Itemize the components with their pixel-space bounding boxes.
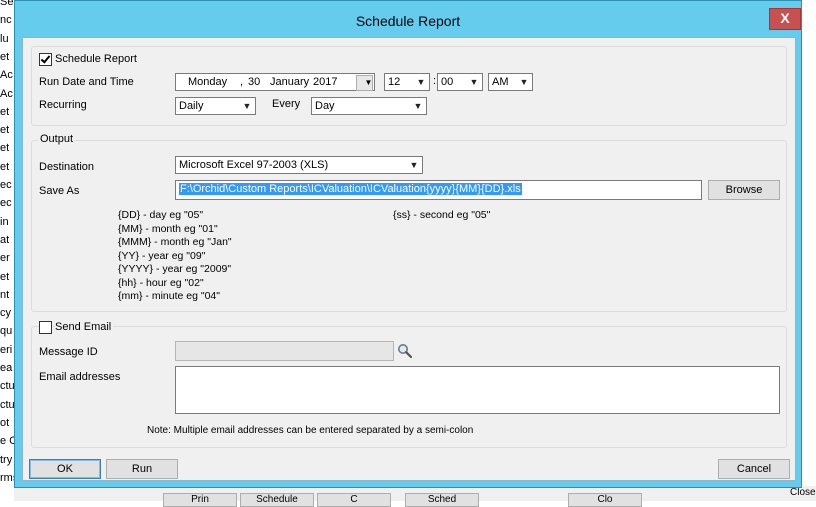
chevron-down-icon: ▼ bbox=[469, 77, 479, 87]
background-tree-item: et bbox=[0, 160, 10, 173]
background-tree-item: et bbox=[0, 142, 10, 155]
background-sched-button[interactable]: Sched bbox=[405, 493, 479, 507]
background-tree-item: ec bbox=[0, 197, 12, 210]
run-button[interactable]: Run bbox=[106, 459, 178, 479]
background-tree-item: er bbox=[0, 252, 10, 265]
schedule-report-dialog: Schedule Report X Schedule Report Run Da… bbox=[14, 0, 802, 488]
background-tree-item: Ac bbox=[0, 87, 13, 100]
every-select[interactable]: Day ▼ bbox=[311, 97, 427, 115]
chevron-down-icon: ▼ bbox=[364, 78, 373, 87]
date-day: 30 bbox=[248, 76, 261, 88]
run-date-picker[interactable]: Monday , 30 January 2017 ▼ bbox=[175, 73, 375, 91]
format-hint: {YYYY} - year eg "2009" bbox=[118, 263, 232, 275]
message-id-label: Message ID bbox=[39, 346, 98, 358]
background-tree-item: ot bbox=[0, 416, 10, 429]
chevron-down-icon: ▼ bbox=[416, 77, 426, 87]
background-tree-item: lu bbox=[0, 32, 9, 45]
destination-value: Microsoft Excel 97-2003 (XLS) bbox=[179, 159, 329, 171]
format-hint: {MM} - month eg "01" bbox=[118, 222, 218, 235]
ampm-value: AM bbox=[492, 76, 509, 88]
background-tree-item: et bbox=[0, 50, 10, 63]
background-c-button[interactable]: C bbox=[317, 493, 391, 507]
chevron-down-icon: ▼ bbox=[409, 160, 419, 170]
time-separator: : bbox=[433, 75, 437, 87]
save-as-field[interactable]: F:\Orchid\Custom Reports\ICValuation\ICV… bbox=[175, 180, 702, 200]
email-addresses-field[interactable] bbox=[175, 366, 780, 414]
background-tree-item: nt bbox=[0, 288, 10, 301]
ampm-select[interactable]: AM ▼ bbox=[488, 73, 533, 91]
background-tree-item: in bbox=[0, 215, 9, 228]
recurring-label: Recurring bbox=[39, 99, 87, 111]
output-legend: Output bbox=[38, 133, 76, 145]
destination-select[interactable]: Microsoft Excel 97-2003 (XLS) ▼ bbox=[175, 156, 423, 174]
cancel-button[interactable]: Cancel bbox=[718, 459, 790, 479]
date-sep: , bbox=[240, 76, 244, 88]
dialog-client-area: Schedule Report Run Date and Time Monday… bbox=[22, 37, 796, 481]
send-email-label: Send Email bbox=[55, 321, 114, 333]
close-icon: X bbox=[780, 10, 790, 26]
background-tree-item: et bbox=[0, 105, 10, 118]
destination-label: Destination bbox=[39, 161, 95, 173]
background-app-tree: Se nc lu et Ac Ac et et et et ec ec in at er et nt cy qu er… bbox=[0, 0, 18, 501]
background-tree-item: ctu bbox=[0, 398, 15, 411]
background-tree-item: nc bbox=[0, 14, 12, 27]
background-tree-item: at bbox=[0, 233, 10, 246]
date-dropdown-button[interactable]: ▼ bbox=[356, 75, 373, 91]
background-tree-item: cy bbox=[0, 307, 11, 320]
format-hint: {hh} - hour eg "02" bbox=[118, 276, 204, 289]
email-note: Note: Multiple email addresses can be en… bbox=[147, 425, 474, 436]
date-year: 2017 bbox=[313, 76, 338, 88]
recurring-select[interactable]: Daily ▼ bbox=[175, 97, 256, 115]
chevron-down-icon: ▼ bbox=[242, 101, 252, 111]
chevron-down-icon: ▼ bbox=[519, 77, 529, 87]
format-hint: {mm} - minute eg "04" bbox=[118, 290, 221, 302]
background-tree-item: ea bbox=[0, 362, 13, 374]
date-month: January bbox=[270, 76, 310, 88]
background-tree-item: et bbox=[0, 124, 10, 137]
date-weekday: Monday bbox=[188, 76, 228, 88]
background-tree-item: Se bbox=[0, 0, 14, 8]
format-hint: {DD} - day eg "05" bbox=[118, 209, 204, 221]
background-tree-item: try bbox=[0, 453, 13, 466]
close-button[interactable]: X bbox=[769, 8, 801, 30]
chevron-down-icon: ▼ bbox=[413, 101, 423, 111]
save-as-value: F:\Orchid\Custom Reports\ICValuation\ICV… bbox=[179, 183, 522, 195]
ok-button[interactable]: OK bbox=[29, 459, 101, 479]
every-label: Every bbox=[272, 98, 301, 110]
hour-select[interactable]: 12 ▼ bbox=[384, 73, 430, 91]
schedule-report-checkbox[interactable] bbox=[39, 53, 52, 66]
background-tree-item: ctu bbox=[0, 380, 15, 393]
message-id-field[interactable] bbox=[175, 341, 394, 361]
browse-button[interactable]: Browse bbox=[708, 180, 780, 200]
send-email-checkbox[interactable] bbox=[39, 321, 52, 334]
dialog-title: Schedule Report bbox=[355, 13, 461, 29]
format-hint-seconds: {ss} - second eg "05" bbox=[393, 209, 491, 221]
format-hint: {MMM} - month eg "Jan" bbox=[118, 236, 232, 248]
every-value: Day bbox=[315, 100, 335, 112]
schedule-report-label: Schedule Report bbox=[55, 53, 137, 65]
recurring-value: Daily bbox=[179, 100, 204, 112]
background-schedule-button[interactable]: Schedule bbox=[240, 493, 314, 507]
background-tree-item: qu bbox=[0, 325, 13, 338]
background-tree-item: ec bbox=[0, 179, 12, 191]
background-tree-item: et bbox=[0, 270, 10, 283]
background-tree-item: eri bbox=[0, 343, 13, 356]
minute-value: 00 bbox=[441, 76, 454, 88]
hour-value: 12 bbox=[388, 76, 401, 88]
save-as-label: Save As bbox=[39, 185, 80, 197]
background-close-label: Close bbox=[790, 487, 816, 498]
search-icon[interactable] bbox=[397, 343, 413, 359]
background-close-button[interactable]: Clo bbox=[568, 493, 642, 507]
background-print-button[interactable]: Prin bbox=[163, 493, 237, 507]
format-hint: {YY} - year eg "09" bbox=[118, 249, 206, 262]
background-tree-item: Ac bbox=[0, 69, 13, 82]
run-date-time-label: Run Date and Time bbox=[39, 76, 134, 88]
minute-select[interactable]: 00 ▼ bbox=[437, 73, 483, 91]
dialog-titlebar[interactable]: Schedule Report X bbox=[15, 1, 801, 37]
email-addresses-label: Email addresses bbox=[39, 371, 121, 383]
